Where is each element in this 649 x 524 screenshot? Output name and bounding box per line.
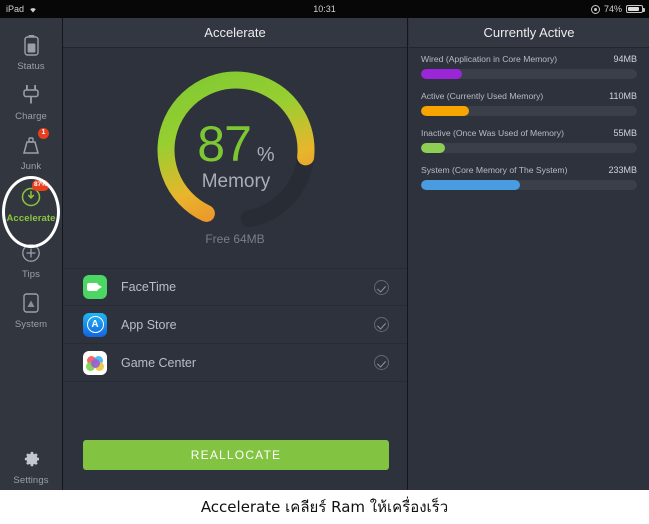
memory-value: 110MB	[609, 91, 637, 101]
plug-icon	[18, 82, 44, 108]
sidebar-item-label: Junk	[20, 161, 42, 172]
reallocate-button[interactable]: REALLOCATE	[83, 440, 389, 470]
status-bar-right: 74%	[590, 4, 645, 14]
battery-icon	[18, 32, 44, 58]
memory-label: System (Core Memory of The System)	[421, 165, 568, 175]
image-caption: Accelerate เคลียร์ Ram ให้เครื่องเร็ว	[0, 490, 649, 524]
app-checkbox[interactable]	[374, 355, 389, 370]
memory-breakdown-list: Wired (Application in Core Memory) 94MB …	[409, 48, 649, 190]
app-name: Game Center	[121, 355, 197, 370]
memory-value: 94MB	[613, 54, 637, 64]
memory-label: Wired (Application in Core Memory)	[421, 54, 558, 64]
memory-item: System (Core Memory of The System) 233MB	[421, 165, 637, 190]
memory-value: 233MB	[608, 165, 637, 175]
memory-bar-track	[421, 180, 637, 190]
game-center-icon	[83, 350, 107, 375]
app-checkbox[interactable]	[374, 279, 389, 295]
battery-percent: 74%	[603, 4, 622, 14]
memory-bar-fill	[421, 106, 469, 116]
memory-bar-track	[421, 69, 637, 79]
sidebar-item-label: Charge	[15, 111, 47, 122]
reallocate-button-wrap: REALLOCATE	[63, 440, 409, 470]
gear-icon	[18, 446, 44, 472]
facetime-icon	[83, 275, 107, 299]
memory-item: Wired (Application in Core Memory) 94MB	[421, 54, 637, 79]
app-list: FaceTime A App Store Game Center	[63, 268, 407, 382]
app-name: FaceTime	[121, 280, 177, 294]
memory-item: Active (Currently Used Memory) 110MB	[421, 91, 637, 116]
memory-bar-fill	[421, 69, 463, 79]
list-item[interactable]: A App Store	[63, 306, 407, 344]
junk-badge: 1	[38, 128, 49, 139]
currently-active-title: Currently Active	[409, 18, 649, 48]
memory-label: Active (Currently Used Memory)	[421, 91, 544, 101]
sidebar-item-charge[interactable]: Charge	[0, 82, 62, 122]
sidebar-item-status[interactable]: Status	[0, 32, 62, 72]
memory-bar-track	[421, 106, 637, 116]
ipad-app-screenshot: iPad 10:31 74% Status Charge 1 Junk 87% …	[0, 0, 649, 490]
memory-value: 55MB	[613, 128, 637, 138]
memory-gauge: 87 % Memory	[63, 48, 409, 248]
sidebar: Status Charge 1 Junk 87% Accelerate Tips…	[0, 18, 62, 490]
sidebar-item-label: Tips	[22, 269, 40, 280]
trash-icon: 1	[18, 128, 49, 158]
center-panel: Accelerate 87 % Memory Free 64MB FaceTim…	[62, 18, 408, 490]
rotation-lock-icon	[590, 4, 600, 14]
memory-label: Inactive (Once Was Used of Memory)	[421, 128, 564, 138]
memory-bar-track	[421, 143, 637, 153]
memory-item: Inactive (Once Was Used of Memory) 55MB	[421, 128, 637, 153]
sidebar-item-label: Status	[17, 61, 45, 72]
list-item[interactable]: FaceTime	[63, 268, 407, 306]
page-title: Accelerate	[63, 18, 407, 48]
right-panel: Currently Active Wired (Application in C…	[409, 18, 649, 490]
sidebar-item-system[interactable]: System	[0, 290, 62, 330]
device-icon	[18, 290, 44, 316]
sidebar-item-settings[interactable]: Settings	[0, 446, 62, 486]
gauge-svg	[157, 71, 315, 229]
list-item[interactable]: Game Center	[63, 344, 407, 382]
status-bar: iPad 10:31 74%	[0, 0, 649, 18]
app-store-icon: A	[83, 312, 107, 337]
accelerate-highlight-annotation	[2, 176, 60, 248]
memory-bar-fill	[421, 143, 445, 153]
app-name: App Store	[121, 317, 177, 332]
status-bar-clock: 10:31	[313, 4, 336, 14]
memory-bar-fill	[421, 180, 521, 190]
sidebar-item-label: Settings	[13, 475, 49, 486]
sidebar-item-junk[interactable]: 1 Junk	[0, 128, 62, 172]
sidebar-item-label: System	[14, 319, 48, 330]
app-checkbox[interactable]	[374, 317, 389, 332]
battery-icon	[626, 5, 645, 13]
